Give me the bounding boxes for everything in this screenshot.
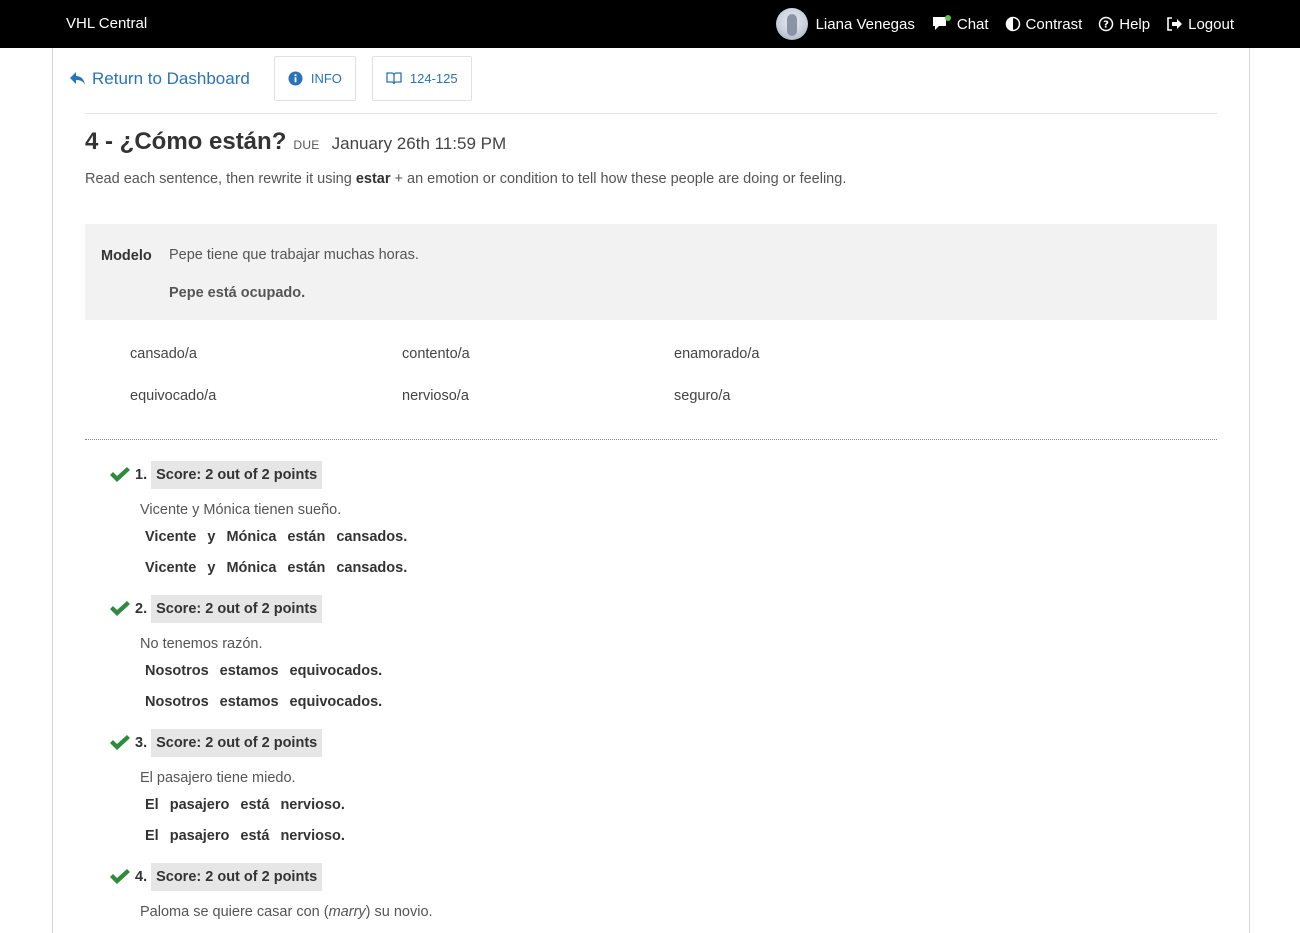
pages-label: 124-125 <box>409 71 458 86</box>
question-item: 3. Score: 2 out of 2 points El pasajero … <box>109 729 909 844</box>
chat-icon <box>932 15 952 33</box>
item-prompt: No tenemos razón. <box>140 636 263 652</box>
contrast-icon <box>1005 16 1021 32</box>
reply-arrow-icon <box>70 72 85 85</box>
checkmark-icon <box>109 599 131 619</box>
book-icon <box>386 72 402 85</box>
prompt-text: Paloma se quiere casar con ( <box>140 904 329 920</box>
item-number: 2. <box>135 601 148 617</box>
due-date: January 26th 11:59 PM <box>331 134 507 153</box>
instructions-text-end: + an emotion or condition to tell how th… <box>390 171 847 187</box>
question-item: 1. Score: 2 out of 2 points Vicente y Mó… <box>109 461 909 576</box>
return-label: Return to Dashboard <box>92 68 250 88</box>
question-item: 4. Score: 2 out of 2 points Paloma se qu… <box>109 863 909 920</box>
info-button[interactable]: INFO <box>273 56 356 101</box>
contrast-link[interactable]: Contrast <box>1005 15 1083 33</box>
avatar[interactable] <box>775 8 808 40</box>
checkmark-icon <box>109 733 131 753</box>
textbook-pages-button[interactable]: 124-125 <box>371 56 472 101</box>
score-badge: Score: 2 out of 2 points <box>151 461 323 489</box>
chat-link[interactable]: Chat <box>932 15 989 33</box>
toolbar: Return to Dashboard INFO 124-125 <box>69 56 488 101</box>
info-label: INFO <box>310 71 342 86</box>
instructions-keyword: estar <box>355 171 391 187</box>
top-nav: Liana Venegas Chat Contrast ? Help Logou… <box>775 8 1234 40</box>
checkmark-icon <box>109 465 131 485</box>
activity-panel: Return to Dashboard INFO 124-125 4 - ¿Có… <box>52 48 1250 933</box>
checkmark-icon <box>109 867 131 887</box>
logout-label: Logout <box>1188 15 1234 33</box>
word-bank-item: enamorado/a <box>674 346 760 362</box>
help-icon: ? <box>1098 16 1114 32</box>
correct-answer: El pasajero está nervioso. <box>145 828 345 844</box>
student-answer: Vicente y Mónica están cansados. <box>145 529 408 545</box>
dotted-divider <box>85 439 1217 440</box>
info-icon <box>288 71 303 86</box>
word-bank-item: seguro/a <box>674 388 731 404</box>
item-prompt: Vicente y Mónica tienen sueño. <box>140 502 342 518</box>
score-badge: Score: 2 out of 2 points <box>151 863 323 891</box>
word-bank-item: cansado/a <box>130 346 197 362</box>
page-title: 4 - ¿Cómo están? <box>85 128 287 155</box>
brand-name[interactable]: VHL Central <box>66 15 147 32</box>
score-badge: Score: 2 out of 2 points <box>151 729 323 757</box>
correct-answer: Vicente y Mónica están cansados. <box>145 560 408 576</box>
due-label: DUE <box>293 138 320 152</box>
svg-text:?: ? <box>1103 20 1109 31</box>
model-box: Modelo Pepe tiene que trabajar muchas ho… <box>85 224 1217 320</box>
activity-title-row: 4 - ¿Cómo están? DUE January 26th 11:59 … <box>85 128 506 156</box>
model-label: Modelo <box>101 248 152 264</box>
item-number: 1. <box>135 467 148 483</box>
model-question: Pepe tiene que trabajar muchas horas. <box>169 247 419 263</box>
divider <box>85 113 1217 114</box>
help-link[interactable]: ? Help <box>1098 16 1150 33</box>
chat-label: Chat <box>956 15 989 33</box>
question-item: 2. Score: 2 out of 2 points No tenemos r… <box>109 595 909 710</box>
help-label: Help <box>1119 15 1151 33</box>
model-answer: Pepe está ocupado. <box>169 285 306 301</box>
word-bank-item: equivocado/a <box>130 388 217 404</box>
instructions: Read each sentence, then rewrite it usin… <box>85 171 846 187</box>
item-number: 4. <box>135 869 148 885</box>
student-answer: Nosotros estamos equivocados. <box>145 663 383 679</box>
top-bar: VHL Central Liana Venegas Chat Contrast … <box>0 0 1300 48</box>
logout-icon <box>1166 16 1183 32</box>
user-name[interactable]: Liana Venegas <box>816 16 915 33</box>
contrast-label: Contrast <box>1025 15 1083 33</box>
correct-answer: Nosotros estamos equivocados. <box>145 694 383 710</box>
word-bank-item: nervioso/a <box>402 388 469 404</box>
return-to-dashboard-link[interactable]: Return to Dashboard <box>69 69 250 89</box>
student-answer: El pasajero está nervioso. <box>145 797 345 813</box>
prompt-hint: marry <box>328 904 366 920</box>
item-number: 3. <box>135 735 148 751</box>
item-prompt: El pasajero tiene miedo. <box>140 770 296 786</box>
logout-link[interactable]: Logout <box>1166 16 1234 33</box>
item-prompt: Paloma se quiere casar con (marry) su no… <box>140 904 433 920</box>
prompt-text-end: ) su novio. <box>365 904 433 920</box>
score-badge: Score: 2 out of 2 points <box>151 595 323 623</box>
word-bank-item: contento/a <box>402 346 470 362</box>
instructions-text: Read each sentence, then rewrite it usin… <box>85 171 356 187</box>
